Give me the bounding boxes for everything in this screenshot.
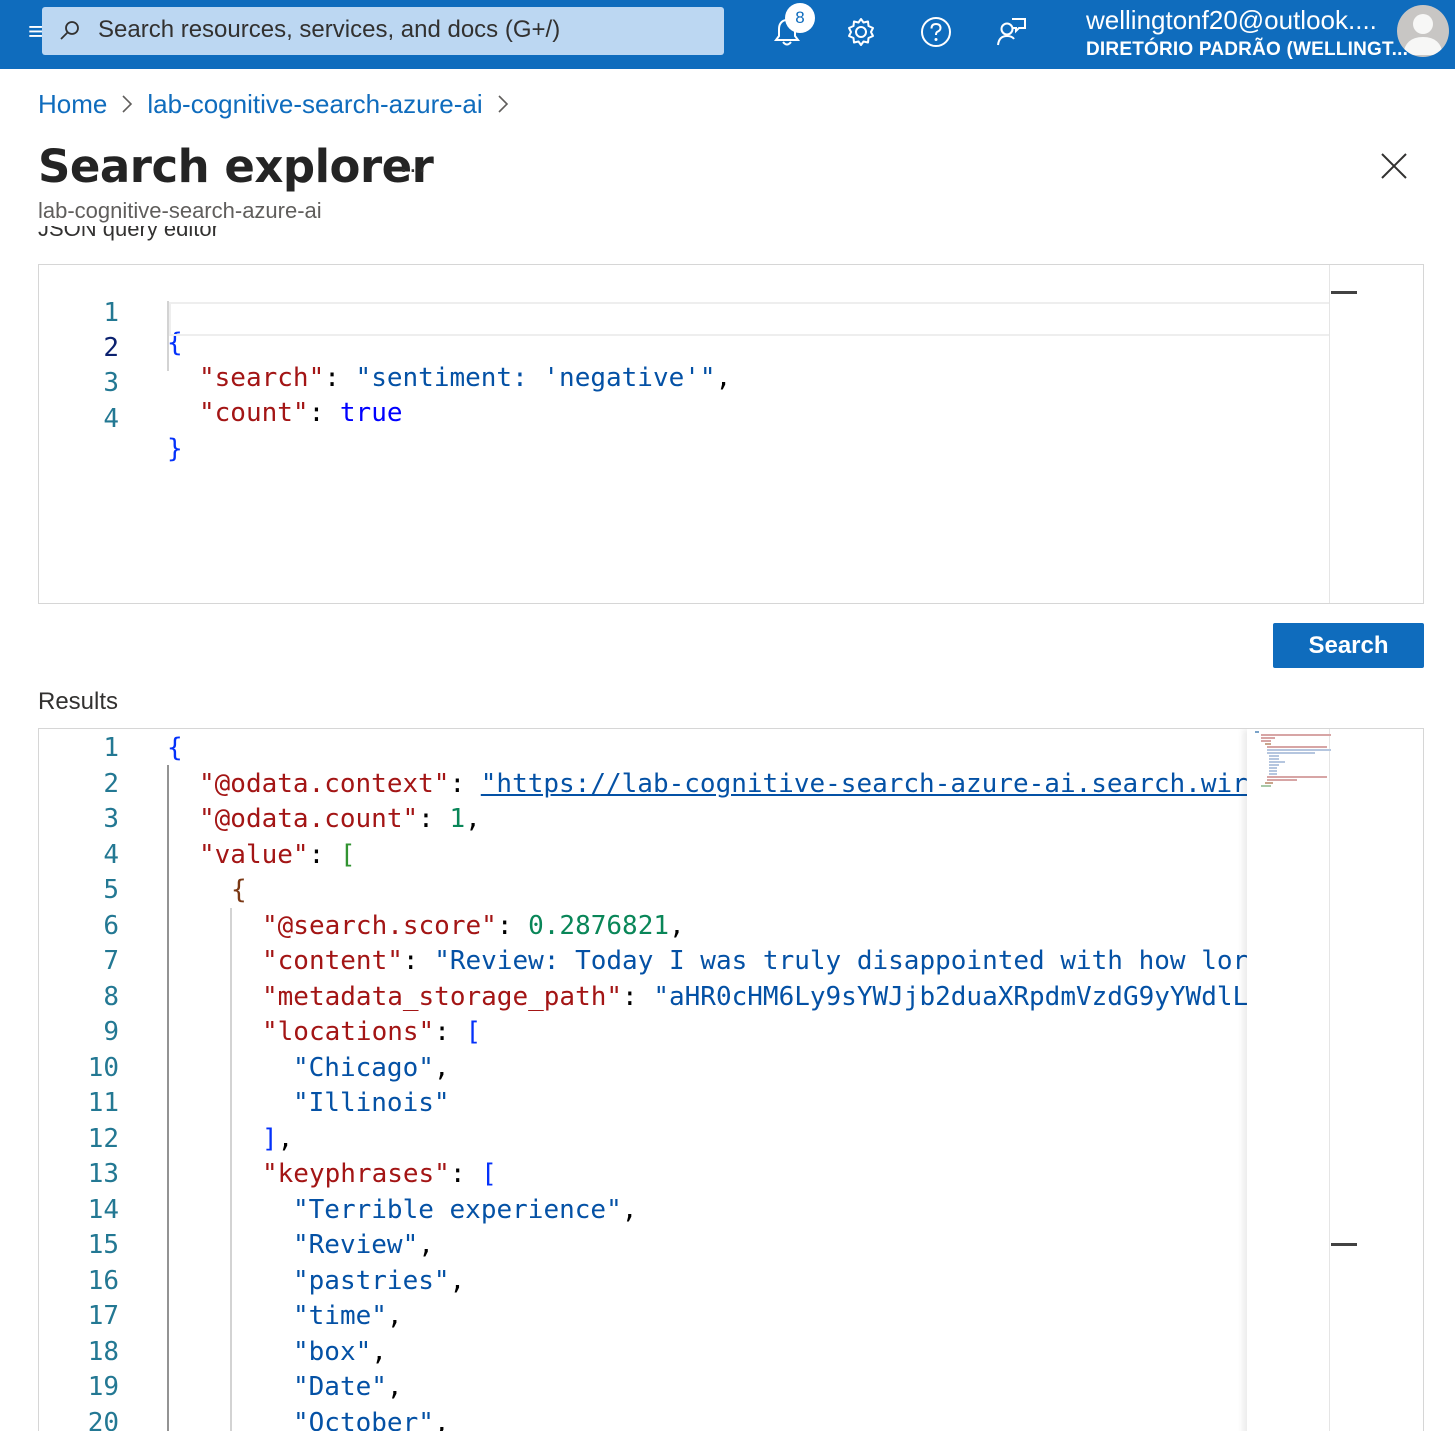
scrollbar-marker xyxy=(1331,291,1357,294)
code-token: 1 xyxy=(449,804,466,834)
json-query-editor[interactable]: 1 { 2 "search": "sentiment: 'negative'",… xyxy=(38,264,1424,604)
line-number: 9 xyxy=(103,1017,119,1047)
line-number: 3 xyxy=(103,804,119,834)
search-icon xyxy=(60,21,79,40)
code-token: "box" xyxy=(293,1337,372,1367)
line-number: 4 xyxy=(103,404,119,434)
indent-guide xyxy=(167,765,169,1431)
code-token: "content" xyxy=(262,946,403,976)
feedback-icon xyxy=(997,18,1026,46)
settings-button[interactable] xyxy=(841,12,881,52)
minimap[interactable] xyxy=(1250,729,1423,1431)
minimap-preview xyxy=(1255,731,1331,787)
breadcrumb: Home lab-cognitive-search-azure-ai xyxy=(38,86,523,122)
account-email[interactable]: wellingtonf20@outlook.... xyxy=(1086,5,1377,36)
close-button[interactable] xyxy=(1376,148,1412,184)
user-icon xyxy=(1403,14,1443,55)
code-token: { xyxy=(231,875,247,905)
line-number: 17 xyxy=(87,1301,119,1331)
help-button[interactable] xyxy=(916,12,956,52)
code-token: "keyphrases" xyxy=(262,1159,450,1189)
chevron-right-icon xyxy=(107,89,147,119)
line-number: 14 xyxy=(87,1195,119,1225)
line-number: 2 xyxy=(103,769,119,799)
code-token: "pastries" xyxy=(293,1266,450,1296)
code-token: "Illinois" xyxy=(293,1088,450,1118)
help-icon xyxy=(921,17,951,47)
line-number: 4 xyxy=(103,840,119,870)
line-number: 20 xyxy=(87,1408,119,1431)
chevron-right-icon xyxy=(483,89,523,119)
code-token: "aHR0cHM6Ly9sYWJjb2duaXRpdmVzdG9yYWdlL xyxy=(653,982,1249,1012)
feedback-button[interactable] xyxy=(991,12,1031,52)
code-token: { xyxy=(167,733,183,763)
line-number: 15 xyxy=(87,1230,119,1260)
code-token: 0.2876821 xyxy=(528,911,670,941)
code-token: "Review: Today I was truly disappointed … xyxy=(434,946,1249,976)
search-button[interactable]: Search xyxy=(1273,623,1424,668)
code-token: "locations" xyxy=(262,1017,435,1047)
avatar[interactable] xyxy=(1397,5,1449,57)
global-search-input[interactable]: Search resources, services, and docs (G+… xyxy=(42,7,724,55)
code-token: "Date" xyxy=(293,1372,387,1402)
results-label: Results xyxy=(38,688,119,715)
code-token: "@odata.context" xyxy=(199,769,450,799)
page-subtitle: lab-cognitive-search-azure-ai xyxy=(38,198,322,223)
notification-count-badge: 8 xyxy=(785,3,815,33)
overflow-shadow xyxy=(1247,729,1329,1431)
indent-guide xyxy=(230,908,232,1431)
code-token: "time" xyxy=(293,1301,387,1331)
page-title: Search explorer xyxy=(38,140,434,193)
code-token: "metadata_storage_path" xyxy=(262,982,623,1012)
breadcrumb-resource[interactable]: lab-cognitive-search-azure-ai xyxy=(147,89,482,120)
line-number: 10 xyxy=(87,1053,119,1083)
line-number: 7 xyxy=(103,946,119,976)
line-number: 16 xyxy=(87,1266,119,1296)
code-token: "Chicago" xyxy=(293,1053,434,1083)
line-number: 5 xyxy=(103,875,119,905)
code-token: "Review" xyxy=(293,1230,419,1260)
top-bar: ≡ Search resources, services, and docs (… xyxy=(0,0,1455,69)
code-token: "Terrible experience" xyxy=(293,1195,622,1225)
query-editor-label: JSON query editor xyxy=(38,226,219,241)
line-number: 12 xyxy=(87,1124,119,1154)
indent-guide xyxy=(167,301,169,371)
gear-icon xyxy=(848,18,874,46)
menu-icon[interactable]: ≡ xyxy=(28,16,43,46)
code-token: "@odata.count" xyxy=(199,804,419,834)
line-number: 13 xyxy=(87,1159,119,1189)
minimap-preview xyxy=(1250,731,1290,733)
breadcrumb-home[interactable]: Home xyxy=(38,89,107,120)
search-placeholder: Search resources, services, and docs (G+… xyxy=(98,16,561,43)
odata-context-link[interactable]: "https://lab-cognitive-search-azure-ai.s… xyxy=(481,769,1248,799)
line-number: 19 xyxy=(87,1372,119,1402)
close-icon xyxy=(1381,153,1407,179)
code-token: "value" xyxy=(199,840,309,870)
line-number: 18 xyxy=(87,1337,119,1367)
query-editor-label-wrap: JSON query editor xyxy=(38,226,438,250)
line-number: 11 xyxy=(87,1088,119,1118)
line-number: 8 xyxy=(103,982,119,1012)
account-directory[interactable]: DIRETÓRIO PADRÃO (WELLINGT... xyxy=(1086,39,1408,61)
code-token: "October" xyxy=(293,1408,434,1431)
scrollbar-marker xyxy=(1331,1243,1357,1246)
line-number: 1 xyxy=(103,733,119,763)
minimap[interactable] xyxy=(1329,265,1423,603)
code-token: } xyxy=(167,434,183,464)
code-token: "@search.score" xyxy=(262,911,497,941)
results-editor[interactable]: 1{ 2 "@odata.context": "https://lab-cogni… xyxy=(38,728,1424,1431)
more-options-button[interactable]: ... xyxy=(400,148,428,179)
line-number: 6 xyxy=(103,911,119,941)
